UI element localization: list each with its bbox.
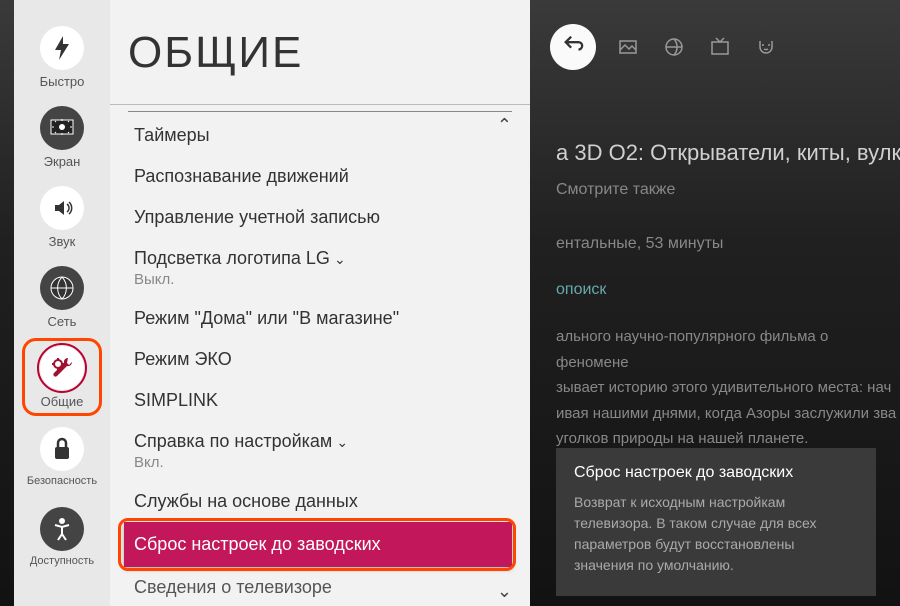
sidebar-label: Быстро [40,74,85,89]
sidebar-label: Экран [44,154,81,169]
tooltip-title: Сброс настроек до заводских [574,464,858,482]
chevron-down-icon: ⌄ [336,434,348,451]
sidebar-label: Сеть [48,314,77,329]
tv-icon[interactable] [706,33,734,61]
sidebar-label: Звук [49,234,76,249]
chevron-down-icon: ⌄ [334,251,346,268]
tooltip-panel: Сброс настроек до заводских Возврат к ис… [556,448,876,596]
tooltip-body: Возврат к исходным настройкам телевизора… [574,492,858,576]
accessibility-icon [40,507,84,551]
sidebar-item-quick[interactable]: Быстро [22,18,102,96]
see-also-label: Смотрите также [556,178,900,202]
sidebar-item-accessibility[interactable]: Доступность [22,498,102,576]
chevron-up-icon[interactable]: ⌃ [497,115,512,136]
search-hint: опоиск [556,278,900,302]
chevron-down-icon[interactable]: ⌄ [497,581,512,602]
content-description: ального научно-популярного фильма о фено… [556,324,900,452]
menu-item-eco[interactable]: Режим ЭКО [128,339,530,380]
globe-icon [40,266,84,310]
menu-item-about-tv[interactable]: Сведения о телевизоре [128,567,530,606]
sidebar-label: Общие [41,394,84,409]
speaker-icon [40,186,84,230]
menu-item-timers[interactable]: Таймеры [128,115,530,156]
bolt-icon [40,26,84,70]
menu-list: Таймеры ⌃ Распознавание движений Управле… [128,111,530,606]
theater-icon[interactable] [752,33,780,61]
ball-icon[interactable] [660,33,688,61]
menu-item-data-services[interactable]: Службы на основе данных [128,481,530,522]
menu-item-motion[interactable]: Распознавание движений [128,156,530,197]
sidebar-item-network[interactable]: Сеть [22,258,102,336]
sidebar-item-screen[interactable]: Экран [22,98,102,176]
content-title: а 3D О2: Открыватели, киты, вулк [556,136,900,169]
menu-item-simplink[interactable]: SIMPLINK [128,380,530,421]
sidebar-item-general[interactable]: Общие [22,338,102,416]
settings-menu-panel: ОБЩИЕ Таймеры ⌃ Распознавание движений У… [110,0,530,606]
menu-title: ОБЩИЕ [110,0,530,105]
menu-item-label: Сброс настроек до заводских [134,534,381,554]
tools-icon [40,346,84,390]
back-icon [562,33,584,62]
sidebar-label: Безопасность [27,475,97,487]
screen-icon [40,106,84,150]
divider [128,111,512,112]
menu-item-home-store[interactable]: Режим "Дома" или "В магазине" [128,298,530,339]
photo-icon[interactable] [614,33,642,61]
menu-item-logo-light-value: Выкл. [128,271,530,298]
menu-item-label: Справка по настройкам [134,431,332,451]
sidebar-label: Доступность [30,555,94,567]
menu-item-label: Подсветка логотипа LG [134,248,330,268]
lock-icon [40,427,84,471]
menu-item-account[interactable]: Управление учетной записью [128,197,530,238]
content-duration: ентальные, 53 минуты [556,232,900,256]
sidebar-item-security[interactable]: Безопасность [22,418,102,496]
top-icon-row [550,24,780,70]
menu-item-factory-reset[interactable]: Сброс настроек до заводских [124,522,512,567]
sidebar-item-sound[interactable]: Звук [22,178,102,256]
back-button[interactable] [550,24,596,70]
menu-item-help-value: Вкл. [128,454,530,481]
settings-sidebar: Быстро Экран Звук Сеть Общие Безопасност… [14,0,110,606]
